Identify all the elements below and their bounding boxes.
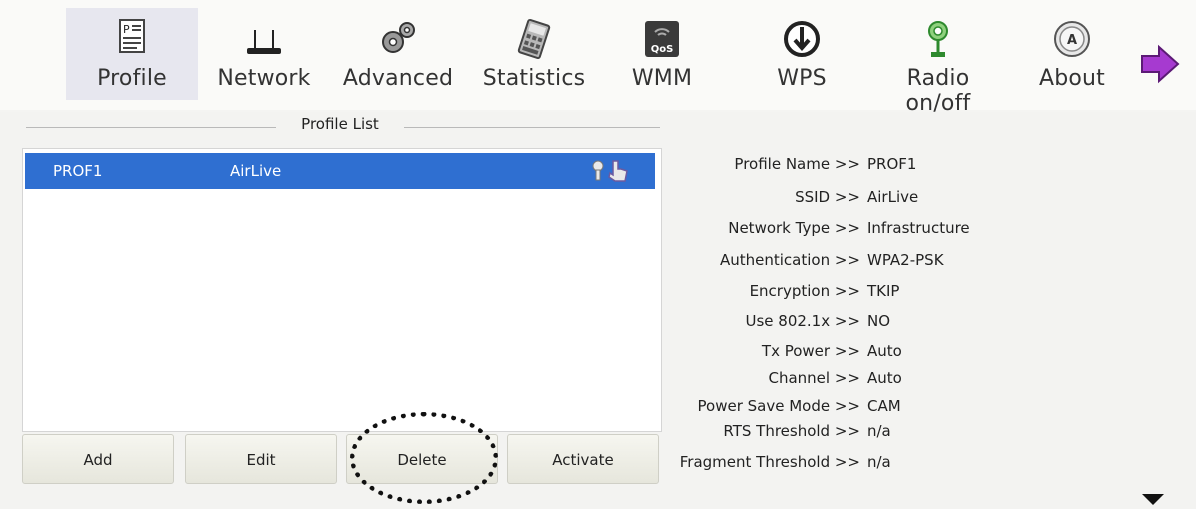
- profile-list-title: Profile List: [280, 115, 400, 133]
- wps-icon: [784, 21, 820, 57]
- toolbar-profile-label: Profile: [97, 66, 167, 91]
- toolbar-advanced-button[interactable]: Advanced: [332, 8, 464, 100]
- profile-name-cell: PROF1: [53, 162, 103, 180]
- ssid-cell: AirLive: [230, 162, 282, 180]
- toolbar-statistics-button[interactable]: Statistics: [468, 8, 600, 100]
- network-router-icon: [247, 30, 281, 54]
- connection-status-icon: [592, 160, 604, 181]
- radio-antenna-icon: [928, 21, 948, 57]
- toolbar-about-button[interactable]: A About: [1006, 8, 1138, 100]
- toolbar-radio-button[interactable]: Radio on/off: [872, 8, 1004, 116]
- toolbar-wmm-button[interactable]: QoS WMM: [596, 8, 728, 100]
- toolbar-profile-button[interactable]: P Profile: [66, 8, 198, 100]
- statistics-calculator-icon: [517, 18, 551, 60]
- profile-icon: P: [119, 19, 145, 53]
- toolbar: P Profile Network Advanced Statistics Qo…: [0, 0, 1196, 116]
- delete-button[interactable]: Delete: [346, 434, 498, 484]
- toolbar-radio-label: Radio on/off: [905, 66, 971, 116]
- active-profile-icon: [608, 160, 628, 182]
- profile-list-divider-left: [26, 127, 276, 128]
- toolbar-network-button[interactable]: Network: [198, 8, 330, 100]
- profile-list-divider-right: [404, 127, 660, 128]
- right-arrow-icon[interactable]: [1139, 44, 1181, 84]
- toolbar-statistics-label: Statistics: [482, 66, 586, 91]
- svg-text:A: A: [1067, 33, 1077, 48]
- add-button[interactable]: Add: [22, 434, 174, 484]
- qos-icon: QoS: [645, 21, 679, 57]
- edit-button[interactable]: Edit: [185, 434, 337, 484]
- profile-list-row[interactable]: PROF1 AirLive: [25, 153, 655, 189]
- svg-text:P: P: [123, 23, 130, 36]
- about-icon: A: [1054, 21, 1090, 57]
- toolbar-about-label: About: [1038, 66, 1106, 91]
- toolbar-network-label: Network: [217, 66, 311, 91]
- toolbar-advanced-label: Advanced: [342, 66, 454, 91]
- profile-list[interactable]: PROF1 AirLive: [22, 148, 662, 432]
- toolbar-wps-button[interactable]: WPS: [736, 8, 868, 100]
- toolbar-wps-label: WPS: [777, 66, 827, 91]
- svg-text:QoS: QoS: [651, 44, 674, 55]
- activate-button[interactable]: Activate: [507, 434, 659, 484]
- toolbar-wmm-label: WMM: [631, 66, 693, 91]
- scroll-down-icon[interactable]: [1128, 490, 1178, 509]
- gears-icon: [382, 22, 415, 53]
